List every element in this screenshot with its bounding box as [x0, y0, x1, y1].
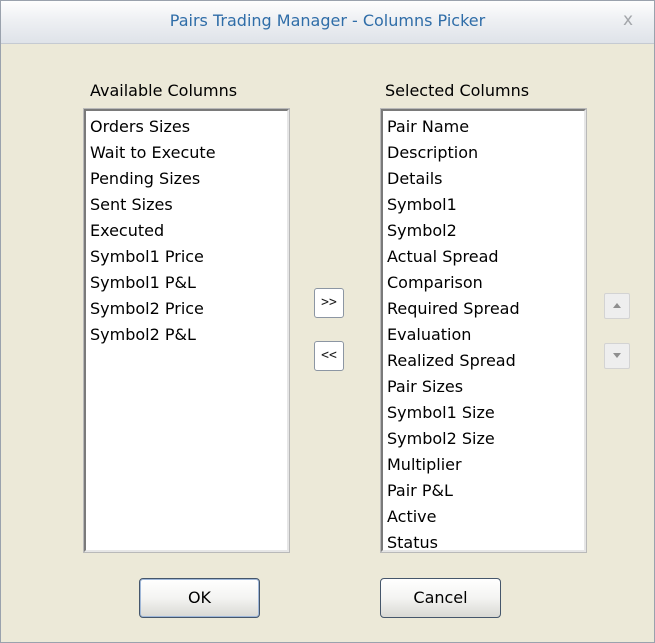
move-down-button[interactable]	[604, 343, 630, 369]
list-item[interactable]: Symbol1 Size	[387, 400, 584, 426]
list-item[interactable]: Description	[387, 140, 584, 166]
list-item[interactable]: Symbol2 Size	[387, 426, 584, 452]
list-item[interactable]: Pair Name	[387, 114, 584, 140]
list-item[interactable]: Symbol2 P&L	[90, 322, 287, 348]
cancel-button[interactable]: Cancel	[380, 578, 501, 618]
list-item[interactable]: Orders Sizes	[90, 114, 287, 140]
list-item[interactable]: Sent Sizes	[90, 192, 287, 218]
list-item[interactable]: Symbol1 P&L	[90, 270, 287, 296]
available-columns-label: Available Columns	[90, 81, 238, 100]
window-title: Pairs Trading Manager - Columns Picker	[169, 11, 486, 30]
list-item[interactable]: Active	[387, 504, 584, 530]
list-item[interactable]: Symbol1	[387, 192, 584, 218]
list-item[interactable]: Comparison	[387, 270, 584, 296]
remove-column-button[interactable]: <<	[314, 341, 344, 371]
triangle-up-icon	[613, 303, 621, 308]
triangle-down-icon	[613, 353, 621, 358]
move-up-button[interactable]	[604, 293, 630, 319]
list-item[interactable]: Executed	[90, 218, 287, 244]
list-item[interactable]: Evaluation	[387, 322, 584, 348]
list-item[interactable]: Realized Spread	[387, 348, 584, 374]
title-bar[interactable]: Pairs Trading Manager - Columns Picker x	[1, 1, 654, 44]
list-item[interactable]: Pending Sizes	[90, 166, 287, 192]
list-item[interactable]: Actual Spread	[387, 244, 584, 270]
list-item[interactable]: Symbol2 Price	[90, 296, 287, 322]
available-columns-list[interactable]: Orders Sizes Wait to Execute Pending Sizes…	[83, 108, 290, 553]
list-item[interactable]: Multiplier	[387, 452, 584, 478]
list-item[interactable]: Wait to Execute	[90, 140, 287, 166]
list-item[interactable]: Details	[387, 166, 584, 192]
list-item[interactable]: Pair Sizes	[387, 374, 584, 400]
list-item[interactable]: Symbol1 Price	[90, 244, 287, 270]
columns-picker-dialog: Pairs Trading Manager - Columns Picker x…	[0, 0, 655, 643]
list-item[interactable]: Pair P&L	[387, 478, 584, 504]
add-column-button[interactable]: >>	[314, 288, 344, 318]
list-item[interactable]: Status	[387, 530, 584, 556]
ok-button[interactable]: OK	[139, 578, 260, 618]
list-item[interactable]: Symbol2	[387, 218, 584, 244]
selected-columns-label: Selected Columns	[385, 81, 530, 100]
list-item[interactable]: Required Spread	[387, 296, 584, 322]
selected-columns-list[interactable]: Pair Name Description Details Symbol1 Symbol…	[380, 108, 587, 553]
close-button[interactable]: x	[618, 9, 638, 31]
